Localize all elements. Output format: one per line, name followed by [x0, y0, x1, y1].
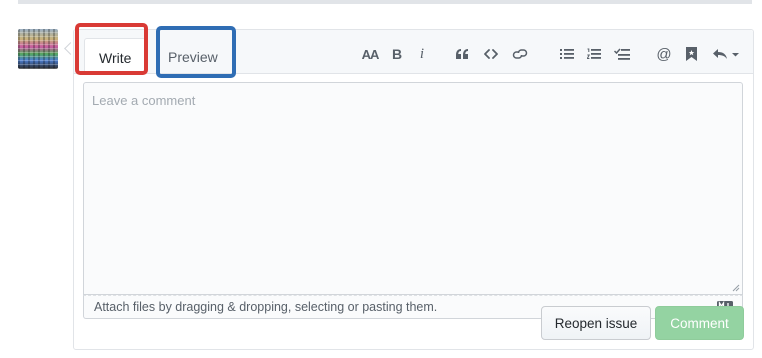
italic-button[interactable]: i [417, 44, 427, 64]
bold-button[interactable]: B [390, 44, 404, 64]
attach-files-text[interactable]: Attach files by dragging & dropping, sel… [94, 300, 437, 314]
task-list-icon[interactable] [613, 44, 631, 64]
unordered-list-icon[interactable] [559, 44, 575, 64]
header-text-button[interactable]: AA [360, 44, 380, 64]
write-tab-highlight [75, 23, 148, 75]
comment-textarea[interactable] [84, 83, 742, 294]
quote-icon[interactable] [454, 44, 470, 64]
mention-icon[interactable]: @ [656, 44, 672, 64]
resize-handle-icon[interactable] [732, 284, 740, 292]
avatar[interactable] [18, 29, 58, 69]
reply-dropdown-icon[interactable] [711, 44, 741, 64]
comment-button[interactable]: Comment [655, 306, 744, 340]
comment-textarea-wrapper [83, 82, 743, 295]
saved-reply-icon[interactable] [684, 44, 698, 64]
code-icon[interactable] [483, 44, 499, 64]
ordered-list-icon[interactable] [586, 44, 602, 64]
reopen-issue-button[interactable]: Reopen issue [541, 306, 651, 340]
timeline-divider [18, 0, 752, 4]
link-icon[interactable] [511, 44, 529, 64]
preview-tab-highlight [156, 26, 236, 78]
